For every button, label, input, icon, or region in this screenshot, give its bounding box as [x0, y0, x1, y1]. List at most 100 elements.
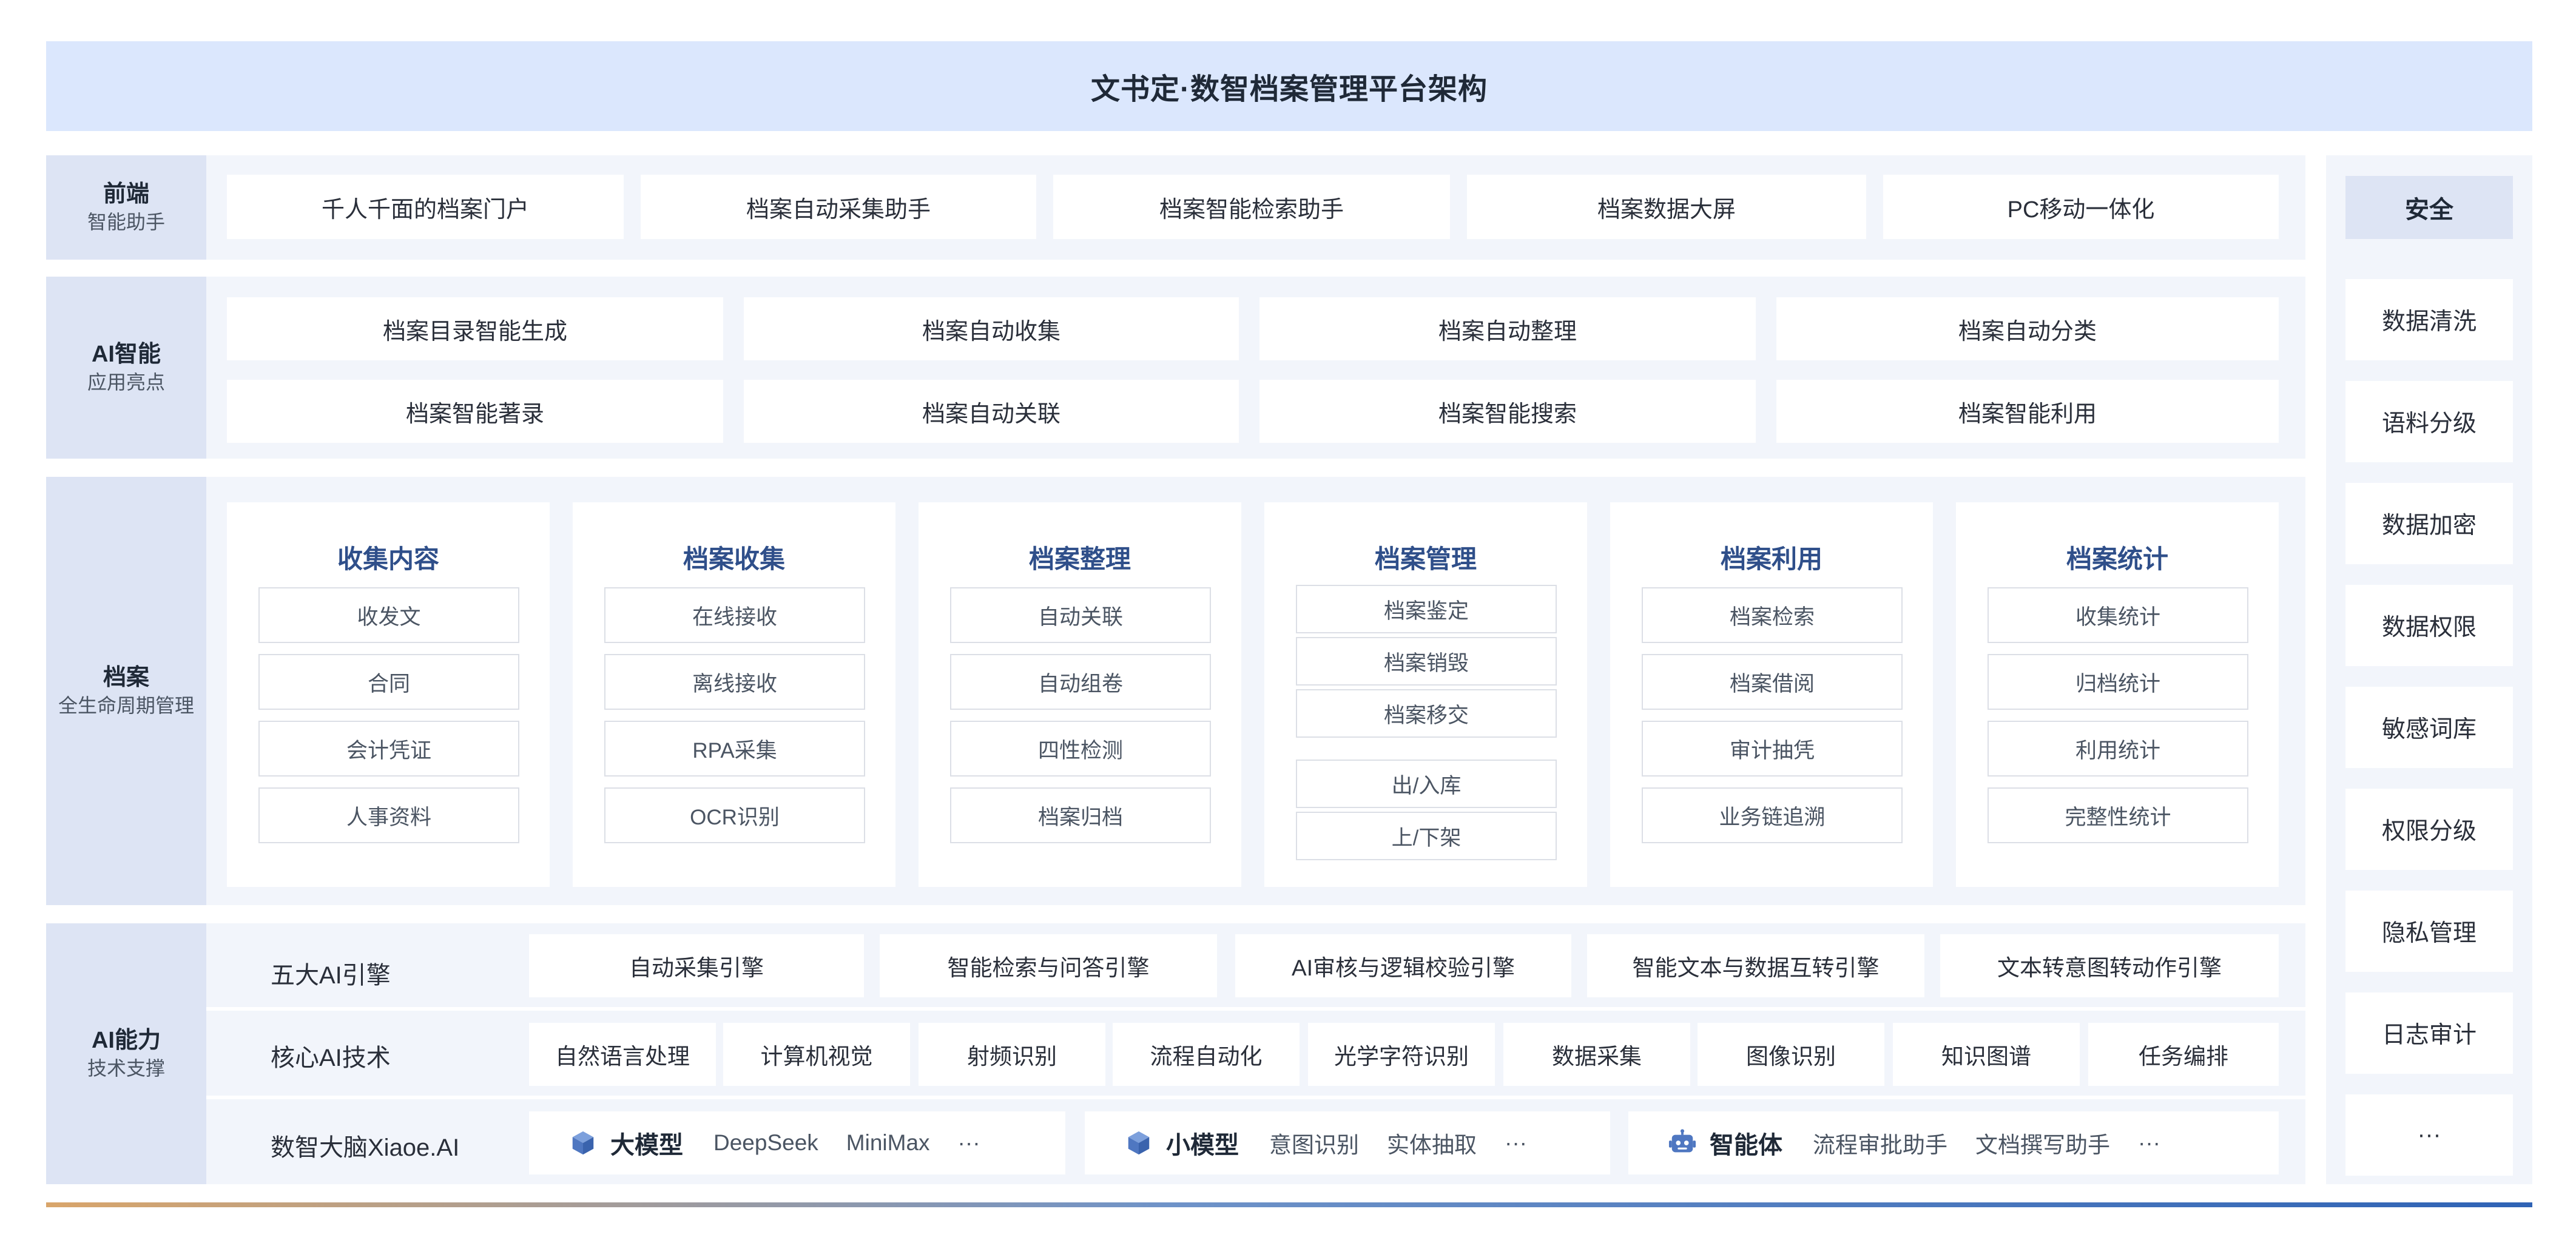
- row-divider: [206, 1007, 2305, 1011]
- model-group-large: 大模型 DeepSeek MiniMax ···: [529, 1111, 1065, 1174]
- card-subitem: 会计凭证: [258, 721, 519, 777]
- card-subitem: 自动关联: [950, 587, 1211, 643]
- card-subitem: 离线接收: [604, 654, 865, 710]
- ai-app-item: 档案自动整理: [1259, 297, 1756, 360]
- cube-icon: [572, 1131, 594, 1155]
- ai-apps-label: AI智能: [91, 341, 161, 367]
- card-subitem: 审计抽凭: [1642, 721, 1903, 777]
- frontend-label: 前端: [103, 181, 149, 207]
- card-subitem: 档案鉴定: [1296, 585, 1557, 633]
- security-item: ···: [2345, 1094, 2513, 1176]
- ai-app-item: 档案自动分类: [1776, 297, 2279, 360]
- archive-card-management: 档案管理 档案鉴定 档案销毁 档案移交 出/入库 上/下架: [1264, 502, 1587, 887]
- ai-capability-row-label: AI能力 技术支撑: [46, 923, 206, 1184]
- core-tech-item: 图像识别: [1698, 1023, 1884, 1086]
- model-group-title: 小模型: [1166, 1132, 1239, 1159]
- core-tech-item: 流程自动化: [1113, 1023, 1300, 1086]
- card-subitem: 完整性统计: [1988, 787, 2248, 843]
- core-tech-item: 知识图谱: [1893, 1023, 2080, 1086]
- card-subitem: 档案检索: [1642, 587, 1903, 643]
- core-tech-item: 任务编排: [2088, 1023, 2279, 1086]
- bottom-accent-line: [46, 1202, 2532, 1207]
- brain-label: 数智大脑Xiaoe.AI: [271, 1134, 460, 1161]
- frontend-item: PC移动一体化: [1883, 175, 2279, 239]
- card-subitem: 利用统计: [1988, 721, 2248, 777]
- frontend-sublabel: 智能助手: [87, 211, 165, 234]
- archive-label: 档案: [103, 664, 149, 690]
- archive-card-collect-content: 收集内容 收发文 合同 会计凭证 人事资料: [227, 502, 550, 887]
- card-subitem: 合同: [258, 654, 519, 710]
- security-item: 语料分级: [2345, 381, 2513, 462]
- frontend-item: 档案自动采集助手: [641, 175, 1036, 239]
- card-subitem: 归档统计: [1988, 654, 2248, 710]
- card-subitem: 档案借阅: [1642, 654, 1903, 710]
- card-subitem: 业务链追溯: [1642, 787, 1903, 843]
- security-item: 敏感词库: [2345, 687, 2513, 768]
- model-group-item: 实体抽取: [1387, 1133, 1477, 1157]
- model-group-item: ···: [2138, 1130, 2160, 1155]
- archive-row-label: 档案 全生命周期管理: [46, 477, 206, 905]
- model-group-item: 意图识别: [1269, 1133, 1359, 1157]
- frontend-item: 档案智能检索助手: [1053, 175, 1450, 239]
- model-group-item: 文档撰写助手: [1975, 1133, 2110, 1157]
- engine-item: 智能检索与问答引擎: [880, 934, 1217, 997]
- engine-item: 文本转意图转动作引擎: [1940, 934, 2279, 997]
- card-subitem: RPA采集: [604, 721, 865, 777]
- card-title: 档案统计: [2066, 545, 2168, 573]
- ai-app-item: 档案自动关联: [744, 380, 1239, 443]
- page-title-bar: 文书定·数智档案管理平台架构: [46, 41, 2532, 131]
- card-subitem: 自动组卷: [950, 654, 1211, 710]
- security-title: 安全: [2345, 176, 2513, 239]
- model-group-small: 小模型 意图识别 实体抽取 ···: [1085, 1111, 1610, 1174]
- card-title: 档案管理: [1374, 545, 1477, 573]
- ai-app-item: 档案自动收集: [744, 297, 1239, 360]
- model-group-title: 大模型: [610, 1132, 683, 1159]
- card-subitem: 人事资料: [258, 787, 519, 843]
- card-subitem: 在线接收: [604, 587, 865, 643]
- ai-app-item: 档案智能搜索: [1259, 380, 1756, 443]
- model-group-title: 智能体: [1710, 1132, 1782, 1159]
- model-group-item: DeepSeek: [713, 1130, 818, 1155]
- model-group-item: ···: [957, 1130, 980, 1155]
- card-subitem: 档案销毁: [1296, 637, 1557, 686]
- card-subitem: 出/入库: [1296, 760, 1557, 808]
- archive-card-utilization: 档案利用 档案检索 档案借阅 审计抽凭 业务链追溯: [1610, 502, 1933, 887]
- security-item: 隐私管理: [2345, 891, 2513, 972]
- archive-card-arrangement: 档案整理 自动关联 自动组卷 四性检测 档案归档: [919, 502, 1241, 887]
- core-tech-label: 核心AI技术: [271, 1045, 391, 1071]
- security-item: 数据清洗: [2345, 279, 2513, 360]
- ai-capability-label: AI能力: [91, 1027, 161, 1053]
- card-subitem: 档案归档: [950, 787, 1211, 843]
- ai-app-item: 档案智能利用: [1776, 380, 2279, 443]
- core-tech-item: 射频识别: [919, 1023, 1105, 1086]
- cube-icon: [1128, 1131, 1150, 1155]
- model-group-item: 流程审批助手: [1813, 1133, 1947, 1157]
- engines-label: 五大AI引擎: [271, 962, 391, 989]
- archive-sublabel: 全生命周期管理: [58, 695, 194, 717]
- card-subitem: 档案移交: [1296, 689, 1557, 738]
- ai-capability-sublabel: 技术支撑: [87, 1057, 165, 1080]
- frontend-item: 档案数据大屏: [1467, 175, 1866, 239]
- core-tech-item: 自然语言处理: [529, 1023, 716, 1086]
- card-title: 档案收集: [683, 545, 785, 573]
- security-item: 权限分级: [2345, 789, 2513, 870]
- engine-item: 智能文本与数据互转引擎: [1587, 934, 1924, 997]
- model-group-item: MiniMax: [846, 1130, 930, 1155]
- robot-icon: [1668, 1129, 1696, 1153]
- card-subitem: 四性检测: [950, 721, 1211, 777]
- archive-card-collection: 档案收集 在线接收 离线接收 RPA采集 OCR识别: [573, 502, 895, 887]
- card-subitem: 收集统计: [1988, 587, 2248, 643]
- page-title: 文书定·数智档案管理平台架构: [1091, 73, 1488, 106]
- card-title: 档案利用: [1720, 545, 1822, 573]
- core-tech-item: 计算机视觉: [723, 1023, 910, 1086]
- ai-app-item: 档案智能著录: [227, 380, 723, 443]
- security-item: 日志审计: [2345, 992, 2513, 1074]
- security-item: 数据权限: [2345, 585, 2513, 666]
- ai-apps-row-label: AI智能 应用亮点: [46, 277, 206, 459]
- security-item: 数据加密: [2345, 483, 2513, 564]
- engine-item: 自动采集引擎: [529, 934, 864, 997]
- card-subitem: 上/下架: [1296, 812, 1557, 860]
- frontend-item: 千人千面的档案门户: [227, 175, 624, 239]
- archive-card-statistics: 档案统计 收集统计 归档统计 利用统计 完整性统计: [1956, 502, 2279, 887]
- ai-apps-sublabel: 应用亮点: [87, 371, 165, 394]
